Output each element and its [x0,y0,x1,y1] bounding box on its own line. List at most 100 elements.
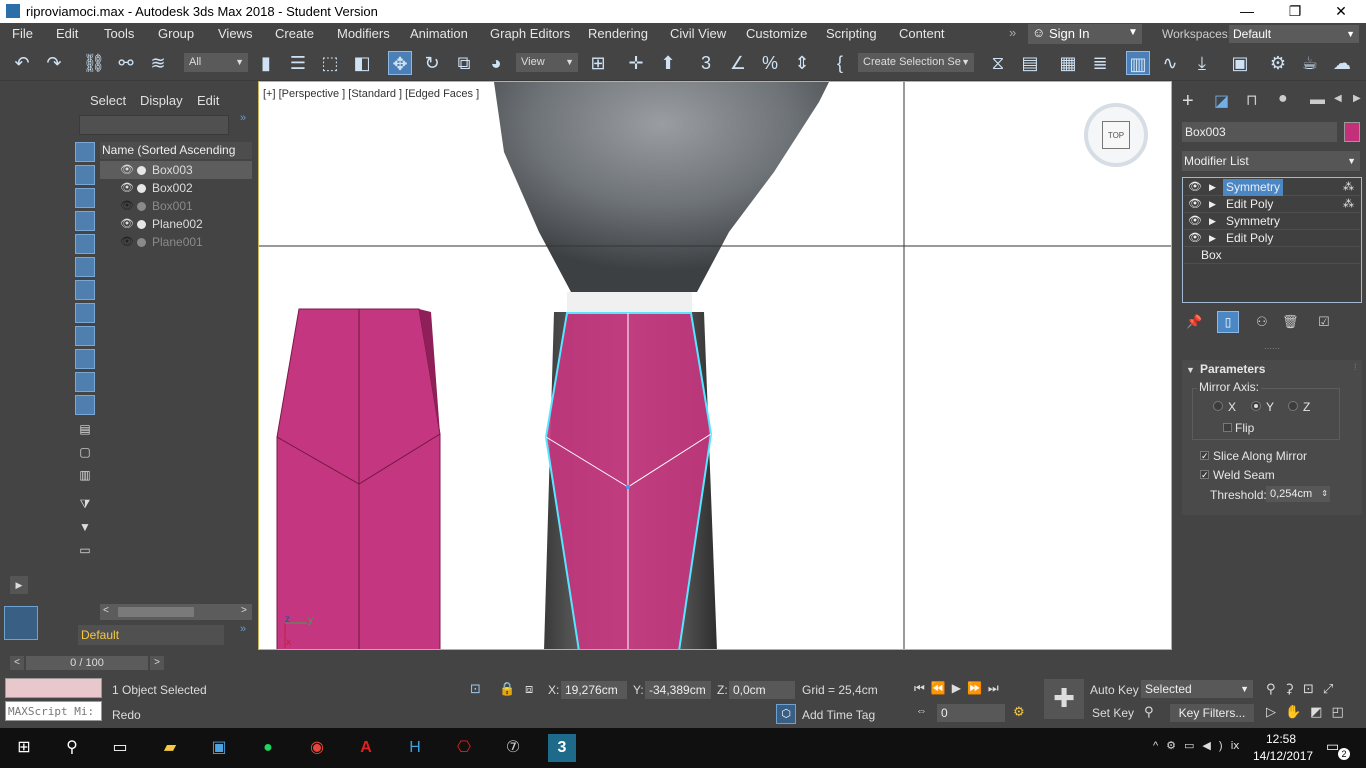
align-icon[interactable]: ▤ [1018,51,1042,75]
chrome-icon[interactable]: ◉ [303,734,331,762]
expand-arrow-icon[interactable]: ▶ [1209,213,1216,230]
freeze-icon[interactable] [137,184,146,193]
angle-snap-icon[interactable]: ∠ [726,51,750,75]
menu-edit[interactable]: Edit [56,26,78,41]
redo-icon[interactable]: ↷ [42,51,66,75]
invert-display-icon[interactable]: ▥ [75,468,95,488]
previous-frame-button[interactable]: < [10,656,24,670]
layer-overflow-icon[interactable]: » [240,623,246,635]
list-item[interactable]: 👁 Plane002 [100,215,252,233]
eye-icon[interactable]: 👁 [120,179,134,197]
eye-icon[interactable]: 👁 [1188,179,1202,196]
local-scene-icon[interactable]: ▭ [75,543,95,563]
add-time-tag-button[interactable]: Add Time Tag [802,708,875,722]
rectangular-selection-icon[interactable]: ⬚ [318,51,342,75]
clock-date[interactable]: 14/12/2017 [1253,749,1313,763]
pin-stack-icon[interactable]: 📌 [1186,314,1202,330]
layer-explorer-icon[interactable]: ≣ [1088,51,1112,75]
time-configuration-icon[interactable]: ⚙ [1013,704,1025,720]
expand-arrow-icon[interactable]: ▶ [1209,179,1216,196]
viewport-navigation-bottom-icons[interactable]: ▷✋◩◰ [1266,704,1353,720]
menu-file[interactable]: File [12,26,33,41]
workspaces-select[interactable]: Default ▼ [1229,25,1359,43]
close-button[interactable]: ✕ [1318,0,1364,23]
keyboard-shortcut-override-icon[interactable]: ⬆ [656,51,680,75]
freeze-icon[interactable] [137,166,146,175]
select-move-icon[interactable]: ✥ [388,51,412,75]
current-frame-field[interactable]: 0 [937,704,1005,722]
freeze-icon[interactable] [137,202,146,211]
eye-icon[interactable]: 👁 [1188,213,1202,230]
remove-modifier-icon[interactable]: 🗑 [1282,314,1299,330]
menu-tools[interactable]: Tools [104,26,134,41]
freeze-icon[interactable] [137,238,146,247]
menu-create[interactable]: Create [275,26,314,41]
explorer-overflow-icon[interactable]: » [240,112,246,124]
y-coordinate-field[interactable]: -34,389cm [645,681,711,699]
explorer-search-input[interactable] [79,115,229,135]
menu-customize[interactable]: Customize [746,26,807,41]
freeze-icon[interactable] [137,220,146,229]
selection-filter-select[interactable]: All ▼ [184,53,248,72]
eye-icon[interactable]: 👁 [1188,196,1202,213]
x-coordinate-field[interactable]: 19,276cm [561,681,627,699]
select-rotate-icon[interactable]: ↻ [420,51,444,75]
shapes-filter-icon[interactable] [75,165,95,185]
show-end-result-icon[interactable]: ▯ [1217,311,1239,333]
menu-views[interactable]: Views [218,26,252,41]
menu-animation[interactable]: Animation [410,26,468,41]
chevron-right-icon[interactable]: > [241,605,247,616]
menu-scripting[interactable]: Scripting [826,26,877,41]
3dsmax-taskbar-icon[interactable]: 3 [548,734,576,762]
tab-select[interactable]: Select [90,93,126,108]
menu-content[interactable]: Content [899,26,945,41]
material-editor-icon[interactable]: ▣ [1228,51,1252,75]
stack-item-box[interactable]: Box [1184,247,1360,264]
modifier-list-dropdown[interactable]: Modifier List ▼ [1182,151,1360,171]
menu-civil-view[interactable]: Civil View [670,26,726,41]
create-tab-icon[interactable]: + [1182,90,1194,113]
set-keys-button[interactable]: ✚ [1044,679,1084,719]
eye-icon[interactable]: 👁 [120,161,134,179]
eye-closed-icon[interactable]: 👁 [120,233,134,251]
perspective-viewport[interactable]: [+] [Perspective ] [Standard ] [Edged Fa… [258,81,1172,650]
viewport-label[interactable]: [+] [Perspective ] [Standard ] [Edged Fa… [263,88,479,100]
groups-filter-icon[interactable] [75,280,95,300]
chevron-left-icon[interactable]: ◀ [1334,93,1342,104]
display-all-icon[interactable]: ▤ [75,422,95,442]
minimize-button[interactable]: — [1224,0,1270,23]
expand-arrow-icon[interactable]: ▶ [10,576,28,594]
tab-display[interactable]: Display [140,93,183,108]
isolate-selection-icon[interactable]: ⊡ [470,681,481,697]
store-icon[interactable]: ▣ [205,734,233,762]
sign-in-dropdown[interactable]: ☺ Sign In ▼ [1028,24,1142,44]
tab-edit[interactable]: Edit [197,93,219,108]
select-manipulate-icon[interactable]: ✛ [624,51,648,75]
eye-icon[interactable]: 👁 [1188,230,1202,247]
chevron-left-icon[interactable]: < [103,605,109,616]
playback-controls-icon[interactable]: ⏮⏪▶⏩⏭ [914,681,1005,696]
panel-divider-grip[interactable]: ⋯⋯ [1264,344,1280,353]
select-by-name-icon[interactable]: ☰ [286,51,310,75]
windows-start-icon[interactable]: ⊞ [10,734,38,762]
spinner-arrows-icon[interactable]: ⇕ [1321,486,1328,502]
undo-icon[interactable]: ↶ [10,51,34,75]
list-item[interactable]: 👁 Box002 [100,179,252,197]
named-selection-set-select[interactable]: Create Selection Se ▼ [858,53,974,72]
unlink-icon[interactable]: ⚯ [114,51,138,75]
bind-space-warp-icon[interactable]: ≋ [146,51,170,75]
spinner-snap-icon[interactable]: ⇕ [790,51,814,75]
stack-item-edit-poly[interactable]: 👁 ▶ Edit Poly [1184,230,1360,247]
restore-button[interactable]: ❐ [1272,0,1318,23]
time-slider-thumb[interactable]: 0 / 100 [26,656,148,670]
percent-snap-icon[interactable]: % [758,51,782,75]
edit-named-selection-icon[interactable]: { [828,51,852,75]
chevron-right-icon[interactable]: ▶ [1353,93,1361,104]
spotify-icon[interactable]: ● [254,734,282,762]
bones-filter-icon[interactable] [75,326,95,346]
menu-modifiers[interactable]: Modifiers [337,26,390,41]
object-color-swatch[interactable] [1344,122,1360,142]
z-coordinate-field[interactable]: 0,0cm [729,681,795,699]
object-xrefs-filter-icon[interactable] [75,303,95,323]
cameras-filter-icon[interactable] [75,211,95,231]
